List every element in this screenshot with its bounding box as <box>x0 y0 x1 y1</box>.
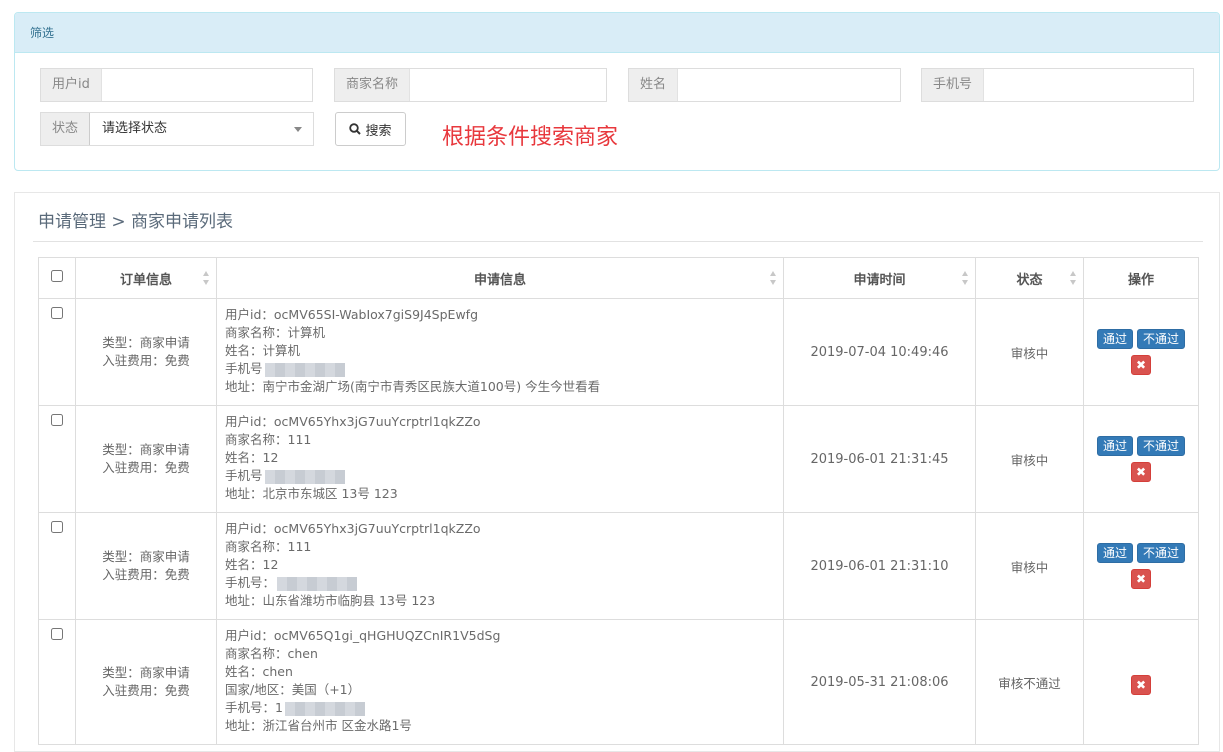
status-text: 审核中 <box>975 298 1084 406</box>
sort-icon[interactable] <box>770 271 777 285</box>
delete-button[interactable]: ✖ <box>1131 569 1151 589</box>
table-row: 类型：商家申请 入驻费用：免费 用户id：ocMV65Yhx3jG7uuYcrp… <box>38 405 1199 513</box>
approve-button[interactable]: 通过 <box>1096 329 1133 349</box>
delete-button[interactable]: ✖ <box>1131 462 1151 482</box>
user-id-group: 用户id <box>40 68 313 102</box>
caret-down-icon <box>294 127 302 132</box>
apply-time: 2019-07-04 10:49:46 <box>783 298 976 406</box>
list-panel: 申请管理 > 商家申请列表 订单信息 申请信息 申请时间 状态 操作 类型：商家… <box>14 192 1220 752</box>
select-all-checkbox[interactable] <box>51 270 63 282</box>
close-icon: ✖ <box>1135 465 1147 479</box>
breadcrumb: 申请管理 > 商家申请列表 <box>38 212 234 232</box>
name-group: 姓名 <box>628 68 901 102</box>
close-icon: ✖ <box>1135 572 1147 586</box>
reject-button[interactable]: 不通过 <box>1137 436 1186 456</box>
merchant-name-group: 商家名称 <box>334 68 607 102</box>
delete-button[interactable]: ✖ <box>1131 675 1151 695</box>
row-checkbox[interactable] <box>51 628 63 640</box>
application-table: 订单信息 申请信息 申请时间 状态 操作 类型：商家申请 入驻费用：免费 用户i… <box>38 257 1199 745</box>
phone-input[interactable] <box>983 69 1193 101</box>
divider <box>33 241 1203 242</box>
status-text: 审核中 <box>975 512 1084 620</box>
phone-group: 手机号 <box>921 68 1194 102</box>
sort-icon[interactable] <box>962 271 969 285</box>
order-info: 类型：商家申请 入驻费用：免费 <box>75 405 217 513</box>
order-info: 类型：商家申请 入驻费用：免费 <box>75 619 217 745</box>
apply-time: 2019-06-01 21:31:45 <box>783 405 976 513</box>
table-header-row: 订单信息 申请信息 申请时间 状态 操作 <box>38 257 1199 299</box>
application-info: 用户id：ocMV65Yhx3jG7uuYcrptrl1qkZZo 商家名称：1… <box>216 405 784 513</box>
approve-button[interactable]: 通过 <box>1096 436 1133 456</box>
application-info: 用户id：ocMV65Q1gi_qHGHUQZCnIR1V5dSg 商家名称：c… <box>216 619 784 745</box>
status-label: 状态 <box>41 113 90 145</box>
filter-panel: 筛选 用户id 商家名称 姓名 手机号 状态 请选择状态 搜索 根据条件搜索商家 <box>14 12 1220 171</box>
actions-cell: 通过 不通过 ✖ <box>1083 298 1199 406</box>
order-info: 类型：商家申请 入驻费用：免费 <box>75 298 217 406</box>
column-header-actions: 操作 <box>1083 257 1199 299</box>
redacted-mask <box>277 576 358 591</box>
user-id-input[interactable] <box>100 69 312 101</box>
status-text: 审核不通过 <box>975 619 1084 745</box>
apply-time: 2019-05-31 21:08:06 <box>783 619 976 745</box>
row-checkbox[interactable] <box>51 307 63 319</box>
user-id-label: 用户id <box>41 69 101 101</box>
close-icon: ✖ <box>1135 358 1147 372</box>
search-icon <box>349 123 362 135</box>
reject-button[interactable]: 不通过 <box>1137 543 1186 563</box>
filter-panel-title: 筛选 <box>15 13 1219 53</box>
name-input[interactable] <box>677 69 900 101</box>
merchant-name-input[interactable] <box>409 69 606 101</box>
sort-icon[interactable] <box>1070 271 1077 285</box>
order-info: 类型：商家申请 入驻费用：免费 <box>75 512 217 620</box>
reject-button[interactable]: 不通过 <box>1137 329 1186 349</box>
select-all-cell <box>38 257 76 299</box>
row-checkbox[interactable] <box>51 414 63 426</box>
merchant-name-label: 商家名称 <box>335 69 410 101</box>
table-row: 类型：商家申请 入驻费用：免费 用户id：ocMV65SI-WabIox7giS… <box>38 298 1199 406</box>
row-checkbox[interactable] <box>51 521 63 533</box>
status-select-value: 请选择状态 <box>102 121 168 136</box>
actions-cell: 通过 不通过 ✖ <box>1083 512 1199 620</box>
name-label: 姓名 <box>629 69 678 101</box>
column-header-time[interactable]: 申请时间 <box>783 257 976 299</box>
sort-icon[interactable] <box>203 271 210 285</box>
approve-button[interactable]: 通过 <box>1096 543 1133 563</box>
application-info: 用户id：ocMV65Yhx3jG7uuYcrptrl1qkZZo 商家名称：1… <box>216 512 784 620</box>
table-row: 类型：商家申请 入驻费用：免费 用户id：ocMV65Q1gi_qHGHUQZC… <box>38 619 1199 745</box>
table-row: 类型：商家申请 入驻费用：免费 用户id：ocMV65Yhx3jG7uuYcrp… <box>38 512 1199 620</box>
status-select[interactable]: 请选择状态 <box>89 113 313 145</box>
close-icon: ✖ <box>1135 678 1147 692</box>
search-button-label: 搜索 <box>365 123 392 139</box>
phone-label: 手机号 <box>922 69 984 101</box>
column-header-status[interactable]: 状态 <box>975 257 1084 299</box>
apply-time: 2019-06-01 21:31:10 <box>783 512 976 620</box>
search-hint: 根据条件搜索商家 <box>442 125 619 150</box>
redacted-mask <box>264 362 345 377</box>
status-group: 状态 请选择状态 <box>40 112 314 146</box>
redacted-mask <box>264 469 345 484</box>
actions-cell: ✖ <box>1083 619 1199 745</box>
redacted-mask <box>284 701 365 716</box>
application-info: 用户id：ocMV65SI-WabIox7giS9J4SpEwfg 商家名称：计… <box>216 298 784 406</box>
delete-button[interactable]: ✖ <box>1131 355 1151 375</box>
status-text: 审核中 <box>975 405 1084 513</box>
search-button[interactable]: 搜索 <box>335 112 406 146</box>
actions-cell: 通过 不通过 ✖ <box>1083 405 1199 513</box>
column-header-application[interactable]: 申请信息 <box>216 257 784 299</box>
column-header-order[interactable]: 订单信息 <box>75 257 217 299</box>
